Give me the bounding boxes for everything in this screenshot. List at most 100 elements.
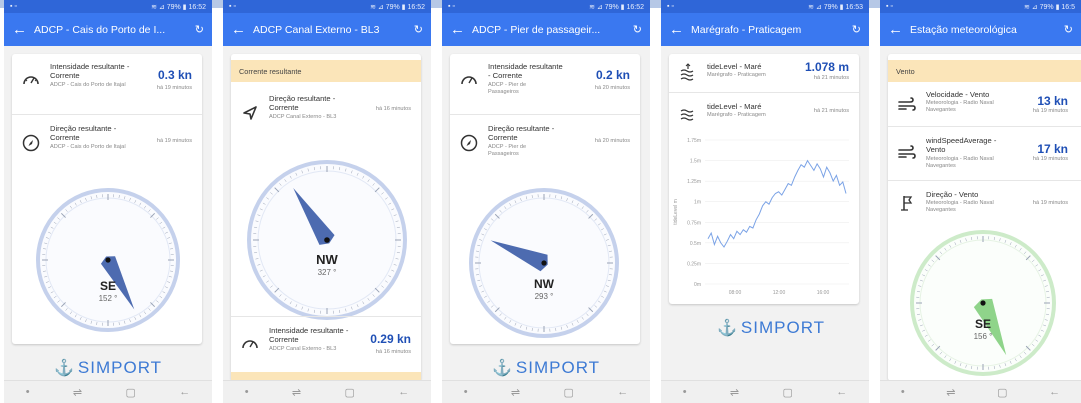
recent-apps-icon[interactable]: ⇌ — [946, 386, 955, 399]
refresh-icon[interactable]: ↻ — [1059, 23, 1073, 36]
home-icon[interactable]: ▢ — [126, 386, 136, 399]
list-item[interactable]: Direção resultante - Corrente ADCP - Pie… — [450, 116, 640, 172]
navigation-arrow-icon — [237, 100, 263, 126]
section-header: Vento — [888, 60, 1081, 82]
nav-dot-icon[interactable]: • — [245, 386, 249, 398]
item-time: há 19 minutos — [1032, 156, 1068, 162]
item-source: ADCP - Pier de Passageiros — [488, 82, 527, 95]
item-value: 0.2 kn — [595, 68, 630, 82]
back-arrow-icon[interactable]: ← — [450, 21, 472, 38]
recent-apps-icon[interactable]: ⇌ — [730, 386, 739, 399]
item-value: 0.29 kn — [370, 332, 411, 346]
y-axis-ticks: 1.75m 1.5m 1.25m 1m 0.75m 0.5m 0.25m 0m — [687, 138, 701, 288]
refresh-icon[interactable]: ↻ — [628, 23, 642, 36]
app-bar: ← ADCP - Pier de passageir... ↻ — [442, 13, 650, 46]
needle-pivot — [980, 300, 986, 306]
tide-gauge-icon — [675, 99, 701, 125]
android-nav-bar: • ⇌ ▢ ← — [4, 380, 212, 403]
divider — [888, 126, 1081, 127]
status-bar: ▪ ▫ ≋ ⊿ 79% ▮ 16:52 — [442, 0, 650, 13]
compass-degrees: 152 ° — [99, 294, 118, 303]
recent-apps-icon[interactable]: ⇌ — [511, 386, 520, 399]
back-icon[interactable]: ← — [1049, 386, 1060, 398]
nav-dot-icon[interactable]: • — [901, 386, 905, 398]
app-bar: ← Estação meteorológica ↻ — [880, 13, 1081, 46]
item-name: tideLevel - Maré — [707, 62, 762, 71]
recent-apps-icon[interactable]: ⇌ — [73, 386, 82, 399]
compass-gauge: SE 156 ° — [910, 230, 1056, 376]
divider — [669, 92, 859, 93]
back-arrow-icon[interactable]: ← — [231, 21, 253, 38]
recent-apps-icon[interactable]: ⇌ — [292, 386, 301, 399]
item-source: Marégrafo - Praticagem — [707, 112, 766, 118]
page-title: Estação meteorológica — [910, 23, 1017, 36]
phone-screen-adcp-pier: ▪ ▫ ≋ ⊿ 79% ▮ 16:52 ← ADCP - Pier de pass… — [442, 0, 650, 403]
list-item[interactable]: Velocidade - Vento Meteorologia - Radio … — [888, 84, 1081, 124]
back-arrow-icon[interactable]: ← — [12, 21, 34, 38]
list-item[interactable]: Intensidade resultante - Corrente ADCP C… — [231, 318, 421, 374]
status-bar: ▪ ▫ ≋ ⊿ 79% ▮ 16:52 — [4, 0, 212, 13]
list-item[interactable]: Direção resultante - Corrente ADCP Canal… — [231, 86, 421, 142]
item-source: ADCP Canal Externo - BL3 — [269, 346, 337, 352]
compass-icon — [456, 130, 482, 156]
y-tick-label: 0.75m — [687, 220, 701, 226]
nav-dot-icon[interactable]: • — [26, 386, 30, 398]
home-icon[interactable]: ▢ — [345, 386, 355, 399]
y-axis-label: tideLevel m — [673, 199, 679, 225]
list-item[interactable]: tideLevel - Maré Marégrafo - Praticagem … — [669, 94, 859, 130]
item-value: 0.3 kn — [157, 68, 192, 82]
item-time: há 19 minutos — [1032, 200, 1068, 206]
back-icon[interactable]: ← — [179, 386, 190, 398]
item-name: tideLevel - Maré — [707, 102, 762, 111]
item-time: há 21 minutos — [813, 75, 849, 81]
list-item[interactable]: Intensidade resultante - Corrente ADCP -… — [450, 54, 640, 110]
item-value: 1.078 m — [804, 60, 849, 74]
phone-screen-adcp-canal: ▪ ▫ ≋ ⊿ 79% ▮ 16:52 ← ADCP Canal Externo … — [223, 0, 431, 403]
data-card: Intensidade resultante - Corrente ADCP -… — [450, 54, 640, 344]
refresh-icon[interactable]: ↻ — [847, 23, 861, 36]
home-icon[interactable]: ▢ — [783, 386, 793, 399]
x-tick-label: 16:00 — [817, 290, 830, 296]
needle-pivot — [541, 260, 547, 266]
list-item[interactable]: windSpeedAverage - Vento Meteorologia - … — [888, 130, 1081, 176]
back-icon[interactable]: ← — [398, 386, 409, 398]
back-icon[interactable]: ← — [617, 386, 628, 398]
back-icon[interactable]: ← — [836, 386, 847, 398]
list-item[interactable]: Intensidade resultante - Corrente ADCP -… — [12, 54, 202, 110]
item-value: 13 kn — [1037, 94, 1068, 108]
list-item[interactable]: Direção resultante - Corrente ADCP - Cai… — [12, 116, 202, 172]
compass-gauge: NW 293 ° — [469, 188, 619, 338]
compass-direction: NW — [316, 252, 338, 267]
divider — [888, 180, 1081, 181]
list-item[interactable]: Direção - Vento Meteorologia - Radio Nav… — [888, 184, 1081, 224]
list-item[interactable]: tideLevel - Maré Marégrafo - Praticagem … — [669, 54, 859, 90]
page-title: ADCP - Pier de passageir... — [472, 23, 601, 36]
item-name: Direção resultante - Corrente — [488, 124, 555, 142]
item-source: ADCP - Cais do Porto de Itajaí — [50, 144, 126, 150]
y-tick-label: 1.75m — [687, 138, 701, 144]
home-icon[interactable]: ▢ — [997, 386, 1007, 399]
compass-icon — [18, 130, 44, 156]
speedometer-icon — [456, 68, 482, 94]
app-bar: ← ADCP Canal Externo - BL3 ↻ — [223, 13, 431, 46]
back-arrow-icon[interactable]: ← — [888, 21, 910, 38]
refresh-icon[interactable]: ↻ — [190, 23, 204, 36]
item-time: há 16 minutos — [375, 106, 411, 112]
android-nav-bar: • ⇌ ▢ ← — [661, 380, 869, 403]
tide-level-chart[interactable]: 1.75m 1.5m 1.25m 1m 0.75m 0.5m 0.25m 0m 08:00 12… — [671, 134, 857, 300]
nav-dot-icon[interactable]: • — [683, 386, 687, 398]
home-icon[interactable]: ▢ — [564, 386, 574, 399]
android-nav-bar: • ⇌ ▢ ← — [880, 380, 1081, 403]
nav-dot-icon[interactable]: • — [464, 386, 468, 398]
refresh-icon[interactable]: ↻ — [409, 23, 423, 36]
divider — [231, 316, 421, 317]
android-nav-bar: • ⇌ ▢ ← — [442, 380, 650, 403]
item-source: Meteorologia - Radio Naval Navegantes — [926, 200, 994, 213]
back-arrow-icon[interactable]: ← — [669, 21, 691, 38]
compass-direction: NW — [534, 277, 555, 291]
status-bar: ▪ ▫ ≋ ⊿ 79% ▮ 16:53 — [661, 0, 869, 13]
item-time: há 21 minutos — [813, 108, 849, 114]
compass-gauge: NW 327 ° — [247, 160, 407, 320]
compass-direction: SE — [975, 317, 991, 331]
compass-degrees: 293 ° — [535, 292, 554, 301]
